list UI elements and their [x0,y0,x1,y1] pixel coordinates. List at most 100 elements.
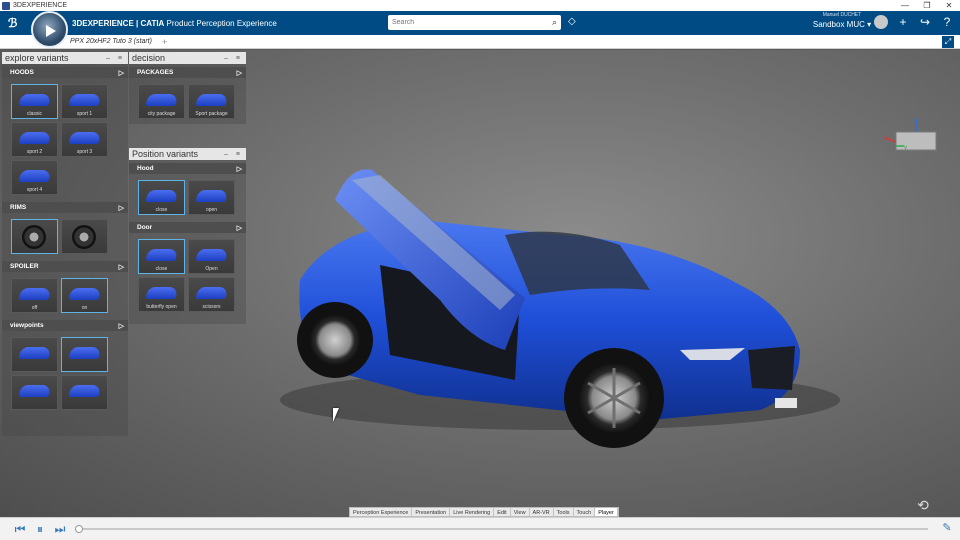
variant-thumbnail[interactable] [61,337,108,372]
edit-scenario-icon[interactable]: ✎ [940,521,954,535]
variant-thumbnails: close open [129,174,246,219]
brand-strong: 3DEXPERIENCE | CATIA [72,18,165,28]
car-icon [195,94,229,106]
3d-viewport[interactable]: explore variants – ≡ HOODS ▷ classic sport … [0,50,960,517]
play-group-icon[interactable]: ▷ [119,263,124,271]
menu-tab[interactable]: Touch [574,508,596,516]
variant-thumbnails: classic sport 1 sport 2 sport 3 sport 4 [2,78,128,199]
menu-tab[interactable]: Perception Experience [350,508,413,516]
variant-thumbnails: close Open butterfly open scissors [129,233,246,316]
brand-title: 3DEXPERIENCE | CATIA Product Perception … [72,19,277,28]
variant-group-header[interactable]: RIMS ▷ [2,202,128,213]
decision-header[interactable]: decision – ≡ [129,52,246,64]
variant-label: on [81,305,88,311]
car-icon [145,287,179,299]
play-group-icon[interactable]: ▷ [119,322,124,330]
variant-thumbnail[interactable]: on [61,278,108,313]
variant-thumbnail[interactable]: close [138,180,185,215]
variant-group-header[interactable]: SPOILER ▷ [2,261,128,272]
restore-button[interactable]: ❐ [916,1,938,10]
variant-group-header[interactable]: Door ▷ [129,222,246,233]
help-icon[interactable]: ? [940,15,954,29]
view-icon [68,385,102,397]
play-group-icon[interactable]: ▷ [119,69,124,77]
search-box: ⌕ [388,15,561,30]
next-step-icon[interactable]: ⏭ [52,522,68,536]
rotate-icon[interactable]: ⟲ [912,497,934,517]
user-block[interactable]: Manuel DUCHET Sandbox MUC ▾ [810,13,874,29]
menu-tab[interactable]: Player [595,508,618,516]
play-group-icon[interactable]: ▷ [237,224,242,232]
variant-thumbnail[interactable]: sport 4 [11,160,58,195]
compass-button[interactable] [31,11,68,48]
variant-group-title: viewpoints [10,322,44,329]
tab-document[interactable]: PPX 20xHF2 Tuto 3 (start) [70,38,152,45]
previous-step-icon[interactable]: ⏮ [12,522,28,536]
variant-thumbnail[interactable]: city package [138,84,185,119]
close-button[interactable]: ✕ [938,1,960,10]
variant-thumbnails: off on [2,272,128,317]
variant-label: close [155,266,168,272]
add-icon[interactable]: + [896,15,910,29]
ds-logo-icon[interactable]: ℬ [8,16,28,30]
tag-icon[interactable]: ◇ [568,16,576,27]
window-controls: — ❐ ✕ [894,1,960,10]
explore-variants-header[interactable]: explore variants – ≡ [2,52,128,64]
menu-tab[interactable]: Presentation [412,508,451,516]
variant-group-title: Hood [137,165,154,172]
share-icon[interactable]: ↪ [918,15,932,29]
pause-icon[interactable]: ⏸ [32,522,48,536]
panel-controls[interactable]: – ≡ [224,55,246,62]
play-group-icon[interactable]: ▷ [119,204,124,212]
timeline-slider[interactable] [75,525,928,533]
tenant-selector[interactable]: Sandbox MUC ▾ [810,21,874,29]
menu-tab[interactable]: View [511,508,530,516]
variant-thumbnail[interactable]: Open [188,239,235,274]
variant-thumbnail[interactable]: sport 1 [61,84,108,119]
variant-thumbnail[interactable]: butterfly open [138,277,185,312]
panel-controls[interactable]: – ≡ [106,55,128,62]
variant-thumbnail[interactable] [11,337,58,372]
variant-thumbnail[interactable]: scissors [188,277,235,312]
axis-triad[interactable]: z x y [882,116,942,166]
variant-thumbnail[interactable]: sport 3 [61,122,108,157]
variant-thumbnail[interactable]: close [138,239,185,274]
rim-icon [72,225,96,249]
view-icon [68,347,102,359]
search-input[interactable] [388,16,538,29]
variant-thumbnail[interactable] [61,219,108,254]
variant-thumbnail[interactable] [61,375,108,410]
variant-group-header[interactable]: PACKAGES ▷ [129,67,246,78]
search-icon[interactable]: ⌕ [552,17,557,28]
avatar[interactable] [874,15,888,29]
decision-panel: decision – ≡ PACKAGES ▷ city package Sport … [129,52,246,124]
variant-group-title: SPOILER [10,263,39,270]
minimize-button[interactable]: — [894,1,916,10]
variant-thumbnail[interactable]: open [188,180,235,215]
variant-group-title: HOODS [10,69,34,76]
menu-tab[interactable]: Edit [494,508,511,516]
menu-tab[interactable]: Tools [554,508,574,516]
variant-group-header[interactable]: Hood ▷ [129,163,246,174]
variant-thumbnail[interactable]: classic [11,84,58,119]
variant-thumbnail[interactable]: Sport package [188,84,235,119]
hood-icon [18,94,52,106]
variant-group-title: PACKAGES [137,69,174,76]
position-variants-header[interactable]: Position variants – ≡ [129,148,246,160]
fit-all-icon[interactable]: ⤢ [942,36,954,48]
play-group-icon[interactable]: ▷ [237,165,242,173]
add-tab-icon[interactable]: + [162,37,167,47]
variant-thumbnail[interactable] [11,219,58,254]
timeline-knob[interactable] [75,525,83,533]
variant-group-header[interactable]: HOODS ▷ [2,67,128,78]
variant-thumbnail[interactable]: sport 2 [11,122,58,157]
hood-icon [18,132,52,144]
variant-thumbnail[interactable] [11,375,58,410]
panel-controls[interactable]: – ≡ [224,151,246,158]
variant-thumbnail[interactable]: off [11,278,58,313]
play-group-icon[interactable]: ▷ [237,69,242,77]
menu-tab[interactable]: Live Rendering [450,508,495,516]
variant-group-header[interactable]: viewpoints ▷ [2,320,128,331]
menu-tab[interactable]: AR-VR [530,508,554,516]
variant-group-title: Door [137,224,153,231]
